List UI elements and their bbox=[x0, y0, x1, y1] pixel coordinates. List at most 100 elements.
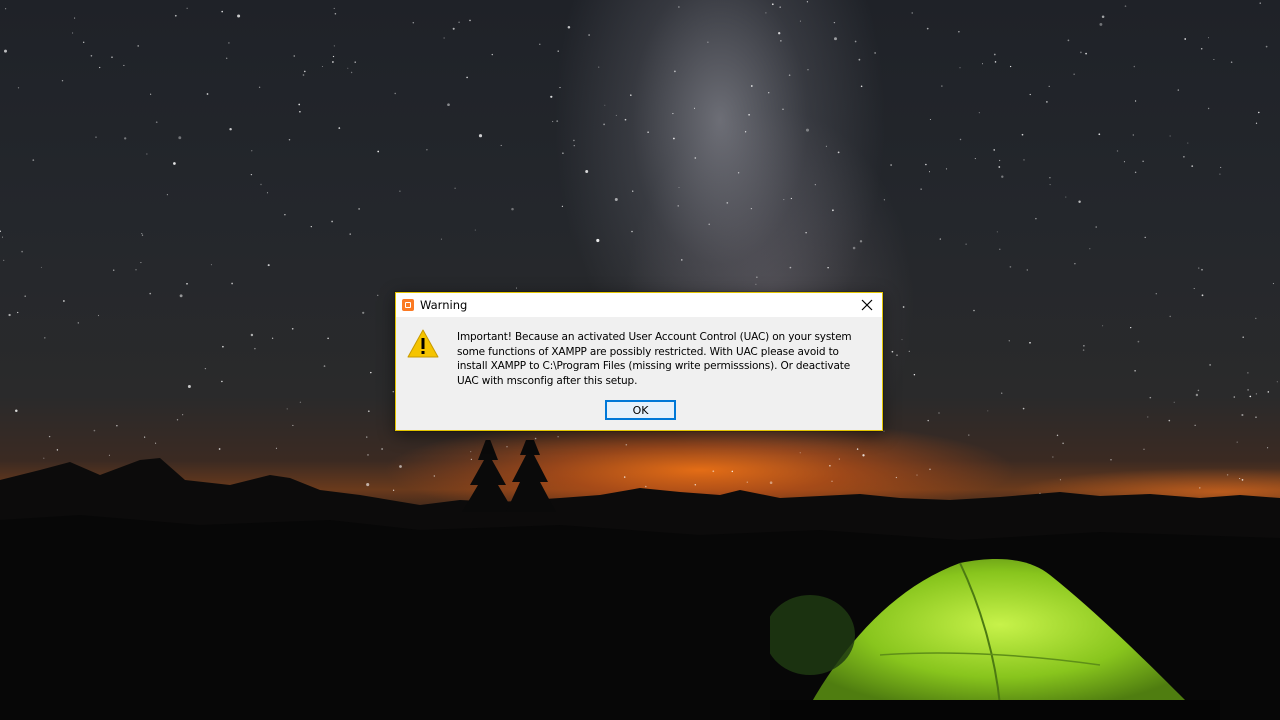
star bbox=[327, 337, 329, 340]
star bbox=[302, 74, 305, 76]
star bbox=[250, 173, 253, 176]
star bbox=[737, 172, 740, 174]
star bbox=[782, 108, 784, 110]
star bbox=[1169, 135, 1171, 137]
star bbox=[1049, 176, 1051, 179]
star bbox=[938, 412, 940, 414]
star bbox=[805, 128, 810, 132]
star bbox=[1259, 2, 1261, 4]
star bbox=[228, 42, 230, 44]
star bbox=[237, 14, 241, 18]
star bbox=[222, 345, 224, 348]
star bbox=[515, 287, 518, 289]
star bbox=[267, 264, 270, 267]
dialog-title: Warning bbox=[420, 298, 468, 312]
star bbox=[539, 43, 541, 45]
star bbox=[834, 37, 837, 41]
star bbox=[1073, 73, 1075, 75]
star bbox=[1080, 51, 1082, 54]
star bbox=[920, 188, 922, 190]
star bbox=[250, 333, 254, 337]
star bbox=[21, 250, 23, 253]
star bbox=[271, 337, 274, 339]
star bbox=[210, 264, 212, 266]
star bbox=[174, 14, 177, 17]
star bbox=[632, 190, 634, 192]
star bbox=[358, 208, 360, 210]
star bbox=[17, 311, 19, 314]
star bbox=[1207, 107, 1210, 110]
star bbox=[748, 113, 750, 116]
star bbox=[377, 150, 380, 153]
star bbox=[260, 183, 262, 186]
star bbox=[1067, 39, 1070, 42]
star bbox=[111, 56, 113, 58]
star bbox=[1191, 165, 1194, 167]
star bbox=[708, 223, 710, 226]
star bbox=[678, 6, 680, 8]
dialog-message: Important! Because an activated User Acc… bbox=[457, 330, 867, 388]
star bbox=[959, 67, 961, 69]
star bbox=[779, 6, 781, 8]
star bbox=[631, 230, 633, 233]
star bbox=[1201, 268, 1203, 271]
star bbox=[150, 93, 152, 95]
star bbox=[95, 136, 97, 138]
star bbox=[1008, 340, 1010, 342]
star bbox=[123, 64, 125, 66]
star bbox=[1029, 93, 1031, 96]
star bbox=[693, 107, 696, 109]
star bbox=[805, 232, 807, 234]
star bbox=[299, 110, 301, 113]
star bbox=[974, 158, 976, 160]
star bbox=[891, 350, 894, 353]
star bbox=[1089, 248, 1091, 250]
star bbox=[44, 337, 46, 339]
star bbox=[1009, 65, 1012, 68]
tent-illustration bbox=[770, 559, 1220, 720]
star bbox=[1098, 133, 1101, 136]
star bbox=[83, 41, 85, 43]
star bbox=[1021, 133, 1024, 136]
star bbox=[392, 390, 395, 393]
star bbox=[394, 92, 396, 95]
star bbox=[173, 162, 176, 165]
star bbox=[604, 104, 606, 106]
star bbox=[750, 85, 753, 87]
star bbox=[40, 266, 42, 268]
star bbox=[474, 229, 476, 231]
star bbox=[1095, 226, 1097, 228]
star bbox=[112, 269, 115, 271]
close-button[interactable] bbox=[852, 293, 882, 317]
star bbox=[349, 233, 351, 235]
dialog-titlebar[interactable]: Warning bbox=[396, 293, 882, 317]
star bbox=[1201, 294, 1204, 297]
star bbox=[500, 144, 502, 146]
star bbox=[588, 34, 590, 36]
star bbox=[1230, 61, 1233, 63]
star bbox=[0, 230, 1, 233]
star bbox=[783, 199, 785, 201]
star bbox=[1187, 142, 1189, 144]
star bbox=[412, 21, 415, 24]
star bbox=[1198, 267, 1200, 269]
star bbox=[573, 139, 575, 142]
star bbox=[176, 419, 179, 421]
star bbox=[366, 436, 368, 438]
star bbox=[987, 410, 989, 412]
star bbox=[825, 145, 827, 147]
star bbox=[939, 238, 941, 240]
star bbox=[186, 7, 188, 9]
ok-button[interactable]: OK bbox=[605, 400, 676, 420]
star bbox=[780, 40, 782, 42]
star bbox=[973, 309, 975, 312]
star bbox=[996, 231, 998, 233]
star bbox=[370, 371, 372, 374]
star bbox=[1056, 434, 1059, 437]
star bbox=[1102, 325, 1104, 327]
star bbox=[807, 69, 809, 71]
star bbox=[258, 86, 261, 88]
star bbox=[1200, 48, 1203, 50]
star bbox=[1083, 345, 1085, 347]
star bbox=[221, 10, 223, 13]
